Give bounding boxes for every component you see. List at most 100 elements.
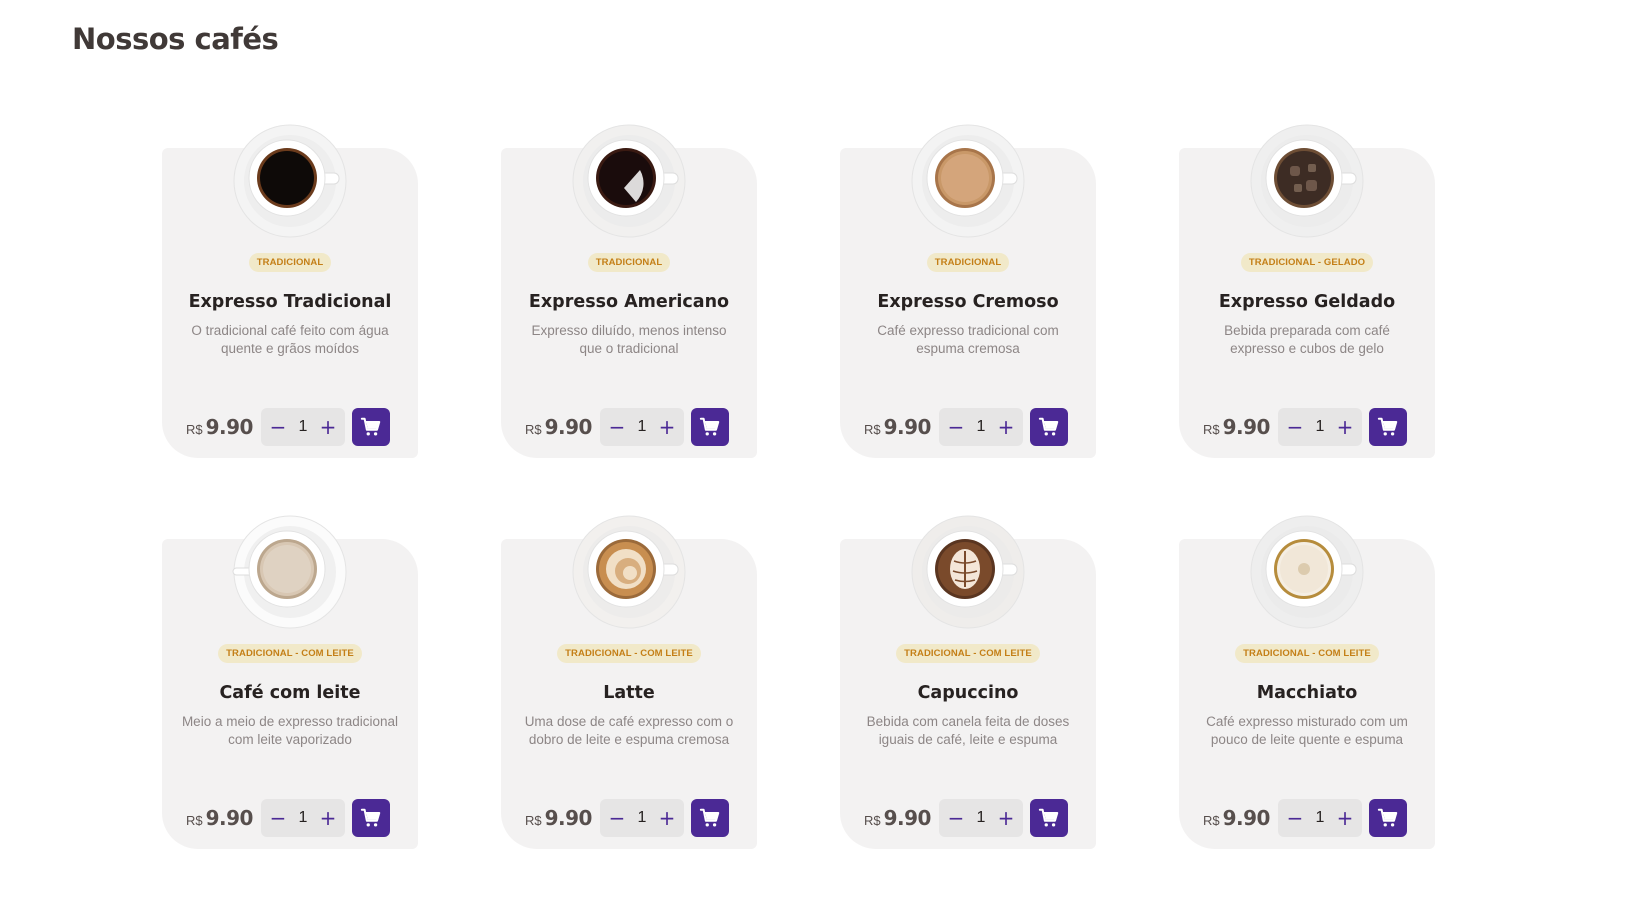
plus-icon[interactable]: + (319, 417, 337, 437)
product-price: R$ 9.90 (1203, 415, 1270, 439)
coffee-catalog-page: Nossos cafés TRADICIONAL Expresso Tradici… (0, 0, 1646, 907)
price-currency: R$ (864, 422, 881, 437)
product-card: TRADICIONAL Expresso Tradicional O tradici… (162, 124, 418, 458)
plus-icon[interactable]: + (319, 808, 337, 828)
price-value: 9.90 (1222, 415, 1271, 439)
coffee-cup-image (570, 122, 688, 240)
coffee-cup-image (1248, 513, 1366, 631)
coffee-cup-image (909, 122, 1027, 240)
product-description: O tradicional café feito com água quente… (191, 323, 389, 356)
plus-icon[interactable]: + (997, 417, 1015, 437)
add-to-cart-button[interactable] (690, 408, 729, 446)
product-description: Bebida com canela feita de doses iguais … (866, 714, 1070, 747)
buy-row: R$ 9.90−1 + (525, 408, 729, 446)
product-price: R$ 9.90 (525, 415, 592, 439)
buy-row: R$ 9.90−1 + (186, 799, 390, 837)
product-card: TRADICIONAL Expresso Cremoso Café expresso… (840, 124, 1096, 458)
add-to-cart-button[interactable] (351, 799, 390, 837)
coffee-cup-image (570, 513, 688, 631)
buy-row: R$ 9.90−1 + (525, 799, 729, 837)
product-name: Expresso Tradicional (188, 292, 392, 312)
buy-row: R$ 9.90−1 + (186, 408, 390, 446)
add-to-cart-button[interactable] (1368, 408, 1407, 446)
price-currency: R$ (525, 422, 542, 437)
minus-icon[interactable]: − (1286, 417, 1304, 437)
price-currency: R$ (1203, 813, 1220, 828)
price-currency: R$ (525, 813, 542, 828)
product-tag: TRADICIONAL (926, 253, 1010, 272)
add-to-cart-button[interactable] (1029, 799, 1068, 837)
quantity-value[interactable]: 1 (638, 809, 647, 827)
shopping-cart-icon (1038, 416, 1060, 438)
shopping-cart-icon (1038, 807, 1060, 829)
product-description: Expresso diluído, menos intenso que o tr… (531, 323, 727, 356)
product-tag: TRADICIONAL - COM LEITE (896, 644, 1040, 663)
product-price: R$ 9.90 (864, 415, 931, 439)
quantity-value[interactable]: 1 (1316, 418, 1325, 436)
product-grid: TRADICIONAL Expresso Tradicional O tradici… (162, 0, 1508, 907)
add-to-cart-button[interactable] (351, 408, 390, 446)
add-to-cart-button[interactable] (1368, 799, 1407, 837)
price-value: 9.90 (205, 415, 254, 439)
minus-icon[interactable]: − (1286, 808, 1304, 828)
quantity-stepper: −1 + (599, 408, 684, 446)
shopping-cart-icon (360, 807, 382, 829)
add-to-cart-button[interactable] (690, 799, 729, 837)
product-name: Café com leite (219, 683, 361, 703)
plus-icon[interactable]: + (1336, 808, 1354, 828)
product-tag: TRADICIONAL (248, 253, 332, 272)
quantity-value[interactable]: 1 (299, 418, 308, 436)
quantity-stepper: −1 + (260, 408, 345, 446)
price-currency: R$ (864, 813, 881, 828)
product-tag: TRADICIONAL - COM LEITE (1235, 644, 1379, 663)
shopping-cart-icon (699, 416, 721, 438)
price-value: 9.90 (1222, 806, 1271, 830)
minus-icon[interactable]: − (947, 417, 965, 437)
minus-icon[interactable]: − (947, 808, 965, 828)
product-price: R$ 9.90 (186, 806, 253, 830)
buy-row: R$ 9.90−1 + (864, 408, 1068, 446)
price-value: 9.90 (205, 806, 254, 830)
quantity-value[interactable]: 1 (638, 418, 647, 436)
plus-icon[interactable]: + (658, 417, 676, 437)
quantity-value[interactable]: 1 (977, 809, 986, 827)
price-value: 9.90 (544, 806, 593, 830)
coffee-cup-image (909, 513, 1027, 631)
price-currency: R$ (186, 422, 203, 437)
product-tag: TRADICIONAL (587, 253, 671, 272)
minus-icon[interactable]: − (269, 417, 287, 437)
add-to-cart-button[interactable] (1029, 408, 1068, 446)
minus-icon[interactable]: − (608, 417, 626, 437)
quantity-value[interactable]: 1 (1316, 809, 1325, 827)
shopping-cart-icon (1377, 416, 1399, 438)
minus-icon[interactable]: − (608, 808, 626, 828)
product-price: R$ 9.90 (186, 415, 253, 439)
product-description: Bebida preparada com café expresso e cub… (1224, 323, 1390, 356)
coffee-cup-image (1248, 122, 1366, 240)
plus-icon[interactable]: + (997, 808, 1015, 828)
plus-icon[interactable]: + (658, 808, 676, 828)
coffee-cup-image (231, 513, 349, 631)
product-description: Meio a meio de expresso tradicional com … (181, 714, 399, 747)
product-card: TRADICIONAL Expresso Americano Expresso di… (501, 124, 757, 458)
shopping-cart-icon (1377, 807, 1399, 829)
product-price: R$ 9.90 (864, 806, 931, 830)
quantity-stepper: −1 + (599, 799, 684, 837)
plus-icon[interactable]: + (1336, 417, 1354, 437)
price-value: 9.90 (883, 415, 932, 439)
coffee-cup-image (231, 122, 349, 240)
product-tag: TRADICIONAL - GELADO (1240, 253, 1374, 272)
product-description: Café expresso misturado com um pouco de … (1206, 714, 1408, 747)
quantity-value[interactable]: 1 (299, 809, 308, 827)
product-tag: TRADICIONAL - COM LEITE (218, 644, 362, 663)
quantity-stepper: −1 + (938, 408, 1023, 446)
price-currency: R$ (186, 813, 203, 828)
quantity-stepper: −1 + (1277, 799, 1362, 837)
product-description: Café expresso tradicional com espuma cre… (877, 323, 1059, 356)
quantity-value[interactable]: 1 (977, 418, 986, 436)
price-value: 9.90 (883, 806, 932, 830)
minus-icon[interactable]: − (269, 808, 287, 828)
product-card: TRADICIONAL - COM LEITE Capuccino Bebida c… (840, 515, 1096, 849)
price-currency: R$ (1203, 422, 1220, 437)
price-value: 9.90 (544, 415, 593, 439)
